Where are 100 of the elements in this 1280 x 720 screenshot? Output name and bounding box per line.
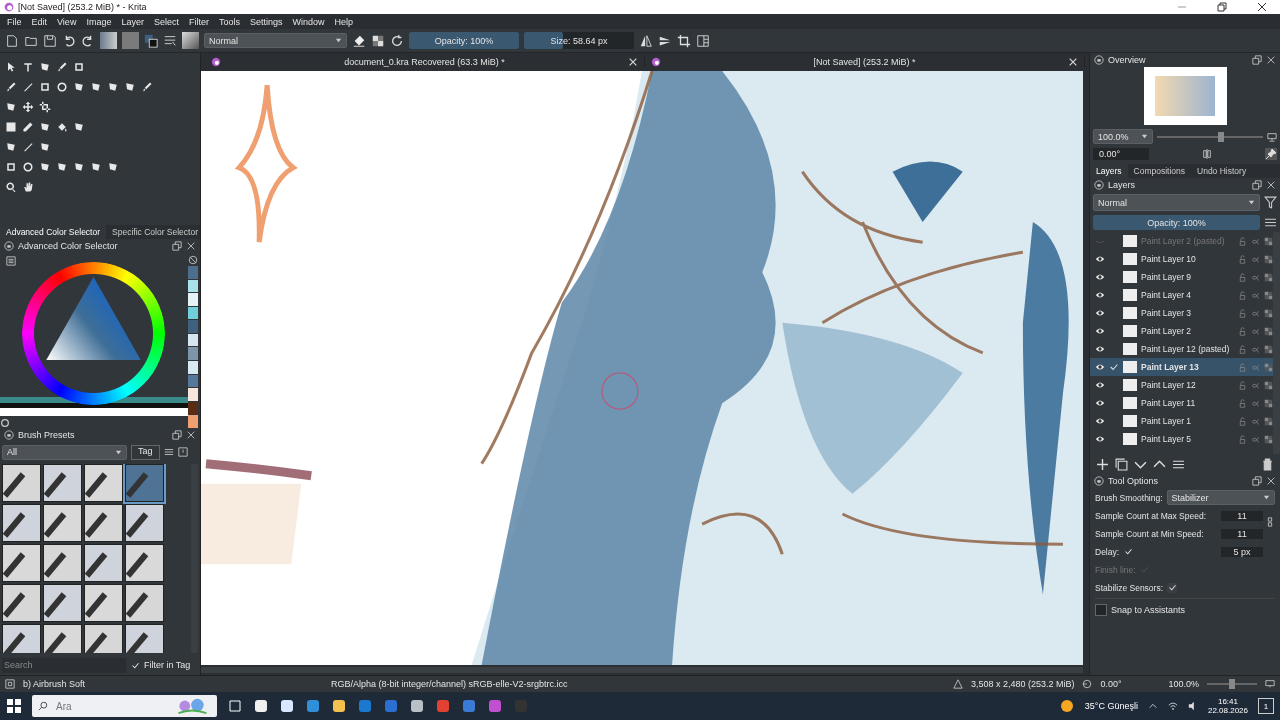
- eye-icon[interactable]: [1095, 272, 1105, 282]
- chain-link-icon[interactable]: [1265, 517, 1275, 527]
- restore-icon[interactable]: [1217, 2, 1227, 12]
- gradient-swatch[interactable]: [100, 32, 117, 49]
- settings-list-icon[interactable]: [6, 256, 16, 266]
- checkerboard-icon[interactable]: [1264, 272, 1273, 282]
- document-tab[interactable]: document_0.kra Recovered (63.3 MiB) *: [205, 57, 645, 67]
- checkerboard-icon[interactable]: [1264, 326, 1273, 336]
- document-tab[interactable]: [Not Saved] (253.2 MiB) *: [645, 57, 1085, 67]
- spin-field[interactable]: 11: [1221, 510, 1263, 521]
- menu-item[interactable]: Filter: [188, 16, 209, 27]
- eye-icon[interactable]: [1095, 308, 1105, 318]
- clock-date[interactable]: 22.08.2026: [1207, 706, 1248, 715]
- brush-preset-thumbnail[interactable]: [84, 464, 123, 502]
- recent-color-swatch[interactable]: [188, 306, 198, 320]
- scrollbar[interactable]: [201, 667, 1083, 673]
- recent-color-swatch[interactable]: [188, 415, 198, 428]
- brush-preset-thumbnail[interactable]: [84, 584, 123, 622]
- painting-drawing[interactable]: [201, 71, 1083, 665]
- scrollbar[interactable]: [1273, 232, 1280, 454]
- app-icon[interactable]: [253, 698, 269, 714]
- eye-icon[interactable]: [1095, 380, 1105, 390]
- brush-preset-thumbnail[interactable]: [84, 544, 123, 582]
- menu-item[interactable]: Tools: [218, 16, 240, 27]
- app-icon[interactable]: [409, 698, 425, 714]
- brush-preset-thumbnail[interactable]: [2, 504, 41, 542]
- brush-preset-thumbnail[interactable]: [43, 584, 82, 622]
- brush-preset-thumbnail[interactable]: [125, 504, 164, 542]
- notification-button[interactable]: 1: [1258, 698, 1274, 714]
- brush-preset-thumbnail[interactable]: [2, 584, 41, 622]
- lock-icon[interactable]: [1238, 398, 1247, 408]
- color-swatches-icon[interactable]: [144, 33, 158, 48]
- windows-logo-icon[interactable]: [6, 698, 22, 714]
- monitor-icon[interactable]: [1265, 679, 1275, 689]
- menu-item[interactable]: Settings: [249, 16, 283, 27]
- brush-preset-thumbnail[interactable]: [43, 504, 82, 542]
- float-icon[interactable]: [1252, 476, 1262, 486]
- search-field[interactable]: Search: [2, 657, 126, 673]
- lock-icon[interactable]: [1238, 272, 1247, 282]
- brush-preset-thumbnail[interactable]: [84, 504, 123, 542]
- crop-icon[interactable]: [677, 33, 691, 48]
- menu-item[interactable]: Image: [86, 16, 112, 27]
- eye-icon[interactable]: [1095, 254, 1105, 264]
- overview-thumbnail[interactable]: [1143, 67, 1227, 125]
- zoom-icon[interactable]: [5, 181, 17, 193]
- checkerboard-icon[interactable]: [1264, 380, 1273, 390]
- lock-icon[interactable]: [1094, 180, 1104, 190]
- lock-icon[interactable]: [1238, 380, 1247, 390]
- ellipse-select-icon[interactable]: [22, 161, 34, 173]
- float-icon[interactable]: [1252, 180, 1262, 190]
- pin-icon[interactable]: [1265, 148, 1277, 160]
- filter-icon[interactable]: [1264, 196, 1277, 209]
- text-icon[interactable]: [22, 61, 34, 73]
- lock-icon[interactable]: [1238, 416, 1247, 426]
- checkerboard-icon[interactable]: [1264, 308, 1273, 318]
- brush-preset-thumbnail[interactable]: [125, 464, 164, 502]
- eye-icon[interactable]: [1095, 398, 1105, 408]
- float-icon[interactable]: [172, 241, 182, 251]
- lock-icon[interactable]: [1238, 254, 1247, 264]
- wifi-icon[interactable]: [1167, 701, 1178, 711]
- option-checkbox[interactable]: [1167, 582, 1178, 593]
- eyedropper-icon[interactable]: [22, 121, 34, 133]
- layer-row[interactable]: Paint Layer 2: [1090, 322, 1273, 340]
- spin-field[interactable]: 11: [1221, 528, 1263, 539]
- new-file-icon[interactable]: [5, 33, 19, 48]
- reload-icon[interactable]: [390, 33, 404, 48]
- menu-item[interactable]: Window: [292, 16, 325, 27]
- rotate-icon[interactable]: [1082, 679, 1093, 689]
- checkerboard-icon[interactable]: [1264, 236, 1273, 246]
- checkerboard-icon[interactable]: [1264, 434, 1273, 444]
- rotation-field[interactable]: 0.00°: [1093, 148, 1149, 160]
- recent-color-swatch[interactable]: [188, 374, 198, 388]
- checkerboard-icon[interactable]: [1264, 416, 1273, 426]
- weather-label[interactable]: 35°C Güneşli: [1084, 701, 1138, 711]
- layer-row[interactable]: Paint Layer 11: [1090, 394, 1273, 412]
- recent-color-swatch[interactable]: [188, 361, 198, 374]
- line-icon[interactable]: [22, 81, 34, 93]
- eraser-icon[interactable]: [352, 33, 366, 48]
- color-gradient-bars[interactable]: [0, 397, 188, 416]
- app-icon[interactable]: [331, 698, 347, 714]
- menu-item[interactable]: Edit: [31, 16, 48, 27]
- recent-color-swatch[interactable]: [188, 401, 198, 415]
- eye-icon[interactable]: [1095, 362, 1105, 372]
- panel-tab[interactable]: Compositions: [1127, 164, 1191, 178]
- eye-icon[interactable]: [1095, 290, 1105, 300]
- mirror-icon[interactable]: [1202, 149, 1212, 159]
- layer-row[interactable]: Paint Layer 10: [1090, 250, 1273, 268]
- lock-icon[interactable]: [1094, 55, 1104, 65]
- brush-settings-icon[interactable]: [163, 33, 177, 48]
- smoothing-dropdown[interactable]: Stabilizer: [1166, 490, 1275, 505]
- checkerboard-icon[interactable]: [371, 33, 385, 48]
- menu-item[interactable]: Help: [334, 16, 353, 27]
- lock-icon[interactable]: [1238, 236, 1247, 246]
- workspace-icon[interactable]: [696, 33, 710, 48]
- recent-color-swatch[interactable]: [188, 293, 198, 306]
- brush-preset-thumbnail[interactable]: [2, 464, 41, 502]
- recent-color-swatch[interactable]: [188, 279, 198, 293]
- layer-row[interactable]: Paint Layer 9: [1090, 268, 1273, 286]
- save-icon[interactable]: [43, 33, 57, 48]
- brush-preset-thumbnail[interactable]: [43, 624, 82, 653]
